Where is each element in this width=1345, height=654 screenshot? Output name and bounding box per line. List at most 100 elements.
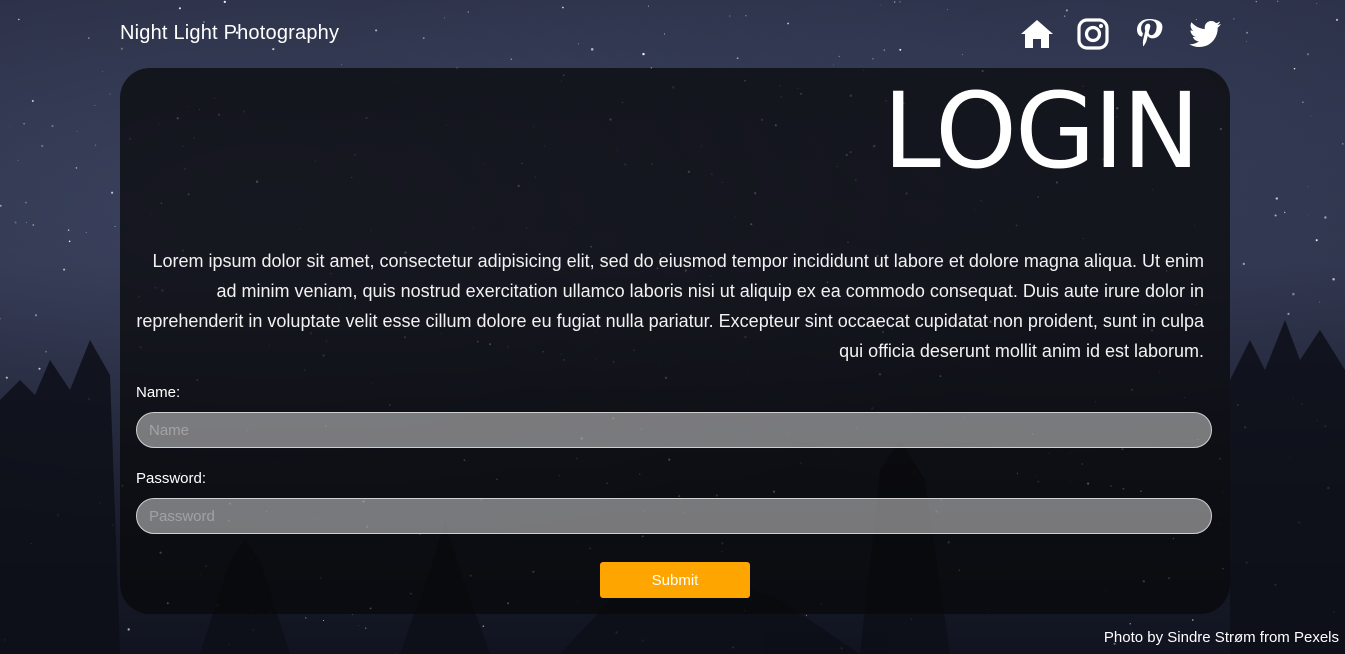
star bbox=[40, 144, 44, 148]
star bbox=[1274, 214, 1277, 217]
star bbox=[341, 64, 343, 66]
star bbox=[736, 57, 739, 60]
star bbox=[838, 55, 840, 58]
star bbox=[111, 191, 114, 194]
star bbox=[305, 617, 307, 619]
star bbox=[577, 43, 579, 45]
instagram-link[interactable] bbox=[1075, 16, 1111, 52]
star bbox=[109, 93, 111, 95]
star bbox=[114, 226, 116, 227]
star bbox=[833, 64, 834, 66]
star bbox=[467, 11, 469, 13]
star bbox=[1283, 211, 1286, 214]
login-card: LOGIN Lorem ipsum dolor sit amet, consec… bbox=[120, 68, 1230, 614]
star bbox=[1255, 0, 1258, 3]
star bbox=[648, 5, 649, 7]
star bbox=[1310, 115, 1312, 117]
star bbox=[94, 105, 96, 106]
star bbox=[120, 47, 124, 50]
star bbox=[1065, 9, 1068, 12]
star bbox=[18, 18, 20, 21]
star bbox=[375, 29, 378, 32]
star bbox=[38, 367, 41, 370]
login-heading: LOGIN bbox=[882, 70, 1200, 192]
star bbox=[1324, 216, 1327, 219]
pinterest-link[interactable] bbox=[1131, 16, 1167, 52]
star bbox=[590, 48, 594, 51]
star bbox=[1319, 301, 1320, 303]
star bbox=[63, 268, 66, 271]
star bbox=[1246, 40, 1247, 42]
star bbox=[729, 15, 731, 17]
star bbox=[482, 625, 485, 627]
star bbox=[32, 224, 35, 226]
star bbox=[642, 52, 645, 56]
pinterest-icon bbox=[1137, 19, 1163, 47]
name-input[interactable] bbox=[136, 412, 1212, 448]
star bbox=[562, 6, 564, 9]
social-nav bbox=[1019, 16, 1223, 52]
star bbox=[947, 9, 949, 11]
star bbox=[1302, 101, 1304, 104]
intro-paragraph: Lorem ipsum dolor sit amet, consectetur … bbox=[136, 251, 1204, 361]
star bbox=[17, 160, 19, 161]
star bbox=[1307, 214, 1309, 216]
star bbox=[23, 122, 25, 125]
star bbox=[127, 628, 130, 631]
password-input[interactable] bbox=[136, 498, 1212, 534]
home-icon bbox=[1021, 20, 1053, 48]
star bbox=[25, 221, 27, 223]
star bbox=[893, 1, 896, 3]
star bbox=[67, 229, 70, 231]
star bbox=[68, 240, 71, 243]
name-label: Name: bbox=[136, 384, 181, 401]
star bbox=[0, 317, 1, 320]
star bbox=[663, 33, 666, 35]
submit-button[interactable]: Submit bbox=[600, 562, 750, 598]
star bbox=[444, 17, 445, 19]
star bbox=[31, 99, 34, 103]
star bbox=[1315, 239, 1318, 242]
star bbox=[1246, 31, 1249, 34]
star bbox=[45, 350, 47, 353]
star bbox=[879, 4, 881, 6]
star bbox=[9, 126, 11, 128]
star bbox=[358, 625, 360, 626]
star bbox=[24, 201, 27, 204]
photo-credit: Photo by Sindre Strøm from Pexels bbox=[1103, 629, 1339, 646]
star bbox=[322, 619, 325, 622]
star bbox=[76, 130, 78, 132]
star bbox=[422, 37, 425, 40]
star bbox=[1342, 143, 1344, 145]
star bbox=[1306, 53, 1310, 56]
star bbox=[1316, 3, 1318, 4]
star bbox=[787, 22, 789, 25]
star bbox=[1233, 18, 1235, 20]
star bbox=[1277, 0, 1279, 2]
star bbox=[1332, 278, 1335, 281]
star bbox=[1287, 312, 1290, 315]
star bbox=[1192, 619, 1194, 621]
star bbox=[102, 71, 103, 73]
instagram-icon bbox=[1077, 18, 1109, 50]
star bbox=[806, 614, 808, 616]
site-title[interactable]: Night Light Photography bbox=[120, 22, 339, 45]
star bbox=[1293, 67, 1296, 70]
star bbox=[1242, 262, 1245, 266]
star bbox=[961, 54, 963, 55]
star bbox=[51, 124, 54, 128]
star bbox=[745, 15, 747, 17]
star bbox=[872, 57, 874, 60]
twitter-icon bbox=[1189, 21, 1221, 47]
star bbox=[1129, 623, 1131, 625]
twitter-link[interactable] bbox=[1187, 16, 1223, 52]
star bbox=[1292, 292, 1295, 296]
star bbox=[34, 314, 38, 317]
star bbox=[272, 47, 275, 51]
star bbox=[0, 204, 2, 207]
star bbox=[1307, 186, 1309, 188]
star bbox=[95, 144, 97, 146]
star bbox=[178, 7, 181, 10]
star bbox=[510, 58, 513, 61]
home-link[interactable] bbox=[1019, 16, 1055, 52]
